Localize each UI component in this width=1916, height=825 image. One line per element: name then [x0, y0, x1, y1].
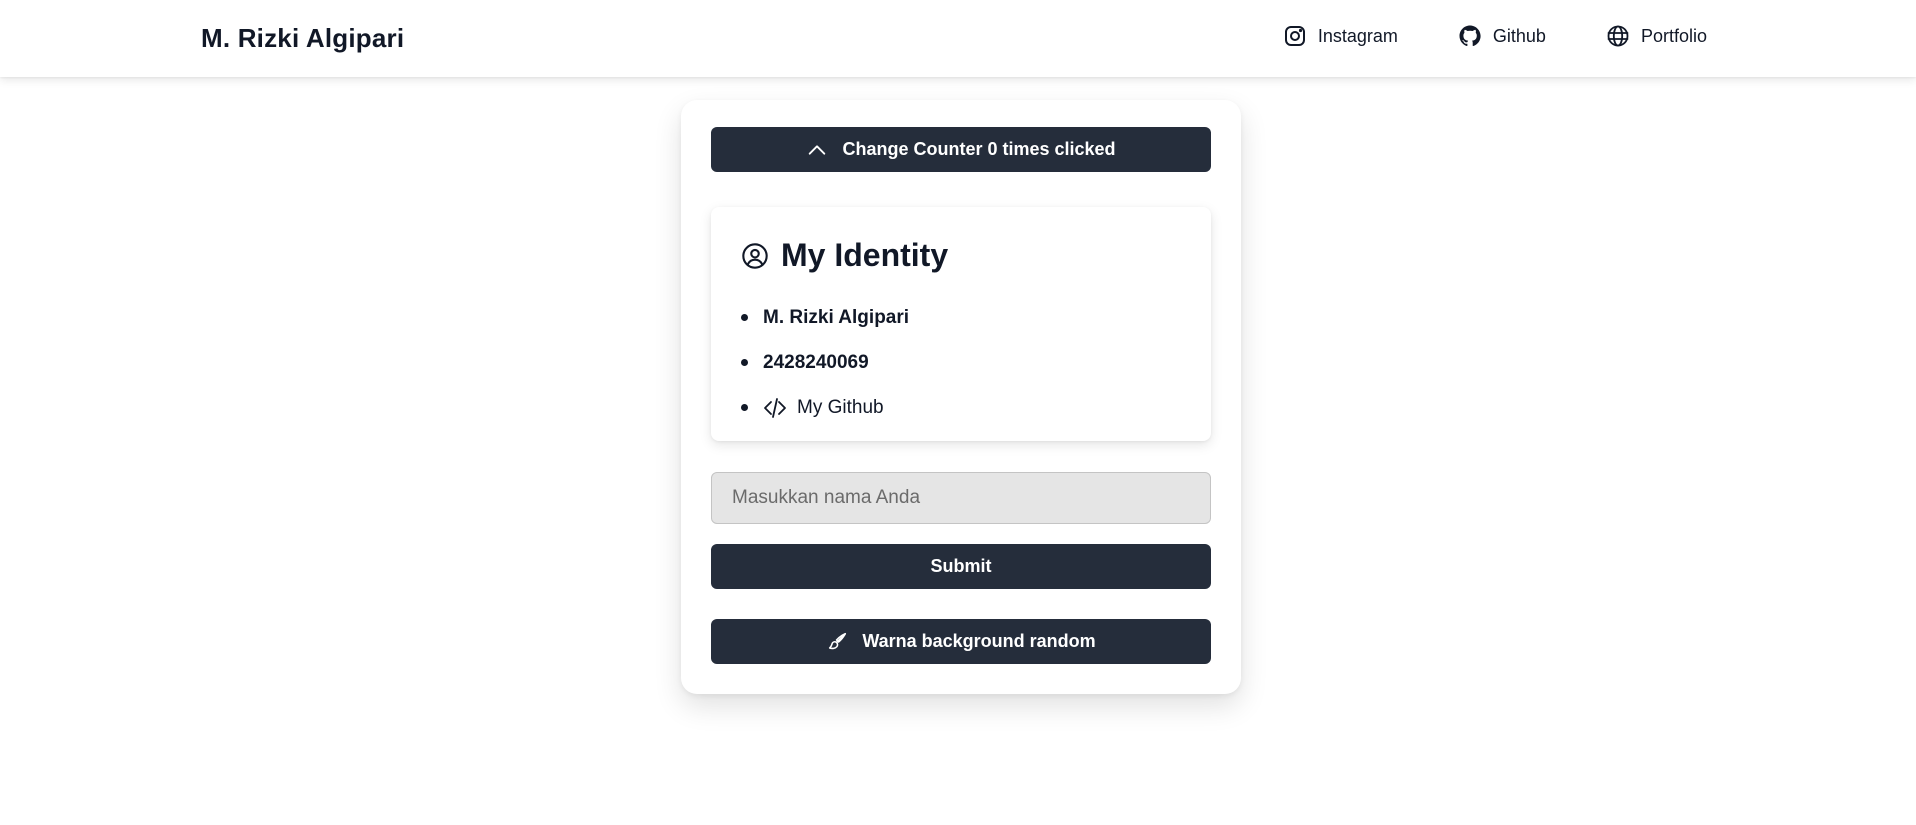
- identity-github-item: My Github: [740, 385, 909, 430]
- identity-id: 2428240069: [740, 340, 909, 385]
- nav-links: Instagram Github Portfolio: [1283, 24, 1707, 48]
- my-github-link[interactable]: My Github: [763, 396, 884, 420]
- identity-list: M. Rizki Algipari 2428240069 My Github: [740, 295, 909, 430]
- nav-link-label: Github: [1492, 25, 1546, 46]
- identity-heading: My Identity: [741, 237, 948, 274]
- identity-title: My Identity: [781, 237, 949, 273]
- brand-title[interactable]: M. Rizki Algipari: [201, 23, 404, 54]
- globe-icon: [1606, 24, 1630, 48]
- name-input[interactable]: [711, 472, 1211, 524]
- user-circle-icon: [741, 242, 769, 270]
- submit-label: Submit: [930, 556, 992, 576]
- navbar: M. Rizki Algipari Instagram Github Portf…: [0, 0, 1916, 77]
- change-counter-label: Change Counter 0 times clicked: [842, 139, 1116, 159]
- change-counter-button[interactable]: Change Counter 0 times clicked: [711, 127, 1211, 172]
- nav-link-github[interactable]: Github: [1458, 24, 1546, 48]
- nav-link-label: Instagram: [1317, 25, 1398, 46]
- nav-link-portfolio[interactable]: Portfolio: [1606, 24, 1707, 48]
- identity-name: M. Rizki Algipari: [740, 295, 909, 340]
- code-icon: [763, 396, 787, 420]
- main-card: Change Counter 0 times clicked My Identi…: [681, 100, 1241, 694]
- nav-link-label: Portfolio: [1640, 25, 1707, 46]
- nav-link-instagram[interactable]: Instagram: [1283, 24, 1398, 48]
- chevron-up-icon: [806, 139, 828, 161]
- submit-button[interactable]: Submit: [711, 544, 1211, 589]
- instagram-icon: [1283, 24, 1307, 48]
- identity-card: My Identity M. Rizki Algipari 2428240069…: [711, 207, 1211, 441]
- github-icon: [1458, 24, 1482, 48]
- random-background-label: Warna background random: [862, 631, 1096, 651]
- my-github-label: My Github: [797, 396, 884, 418]
- random-background-button[interactable]: Warna background random: [711, 619, 1211, 664]
- paintbrush-icon: [826, 631, 848, 653]
